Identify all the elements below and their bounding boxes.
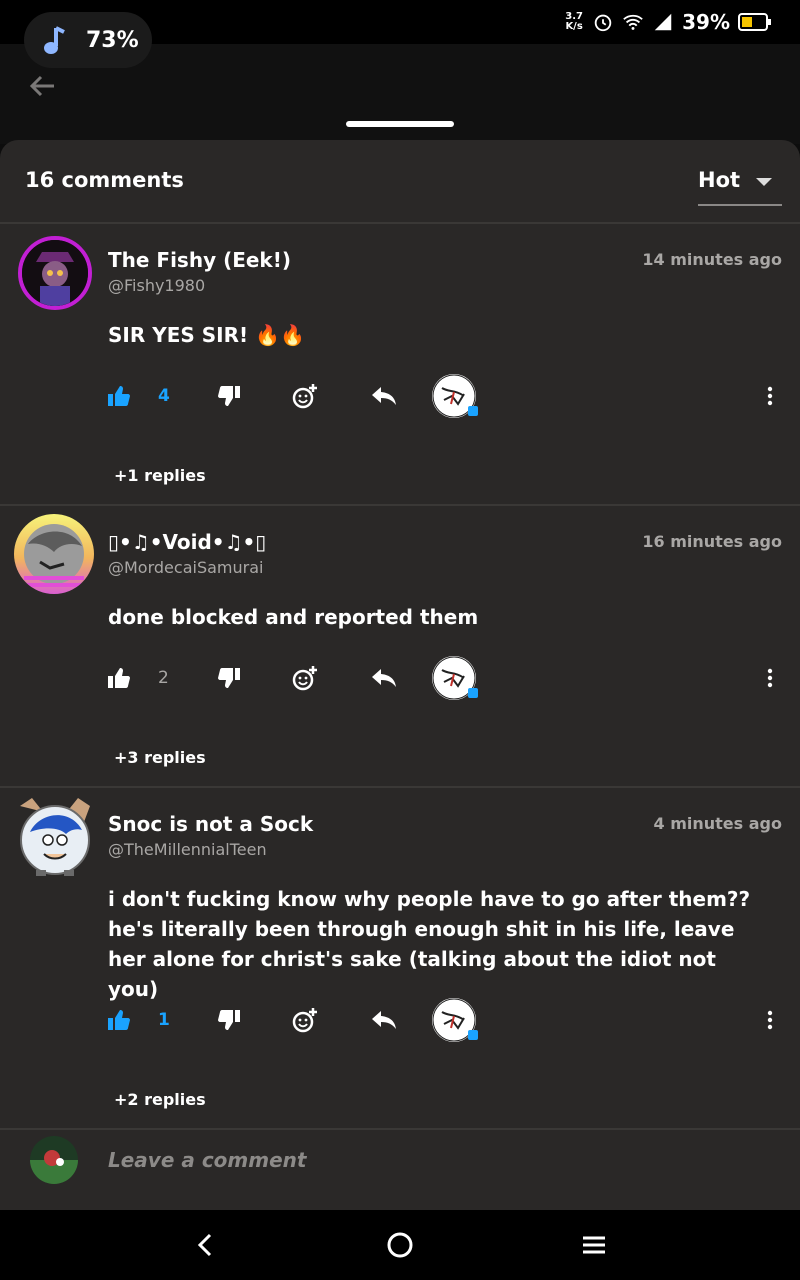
comment-body: i don't fucking know why people have to …	[108, 887, 751, 1001]
like-button[interactable]: 4	[108, 374, 170, 418]
avatar[interactable]	[16, 796, 94, 878]
like-count: 2	[158, 668, 169, 688]
comment-author-handle[interactable]: @TheMillennialTeen	[108, 840, 267, 859]
add-emoji-icon	[292, 666, 317, 691]
media-indicator[interactable]: 73%	[24, 12, 152, 68]
comment-actions: 2	[108, 656, 780, 700]
comment-timestamp: 4 minutes ago	[653, 814, 782, 833]
reply-icon	[372, 387, 396, 405]
more-options-icon[interactable]	[760, 374, 780, 418]
avatar-image	[24, 524, 84, 587]
avatar[interactable]	[14, 514, 94, 594]
comment-author-handle[interactable]: @Fishy1980	[108, 276, 205, 295]
add-reaction-button[interactable]	[292, 374, 318, 418]
thumbs-down-icon	[218, 668, 240, 688]
thumbs-down-icon	[218, 1010, 240, 1030]
battery-icon	[738, 13, 771, 31]
chevron-down-icon	[756, 178, 772, 186]
comment-composer[interactable]: Leave a comment	[0, 1130, 800, 1210]
avatar-image	[20, 798, 90, 876]
more-options-icon[interactable]	[760, 998, 780, 1042]
comment-author-name[interactable]: ▯•♫•Void•♫•▯	[108, 530, 266, 554]
add-emoji-icon	[292, 1008, 317, 1033]
thumbs-up-icon	[108, 668, 130, 688]
view-replies-link[interactable]: +1 replies	[114, 466, 206, 485]
dislike-button[interactable]	[218, 656, 240, 700]
add-emoji-icon	[292, 384, 317, 409]
thumbs-up-icon	[108, 386, 130, 406]
music-note-icon	[44, 26, 65, 54]
sort-value: Hot	[698, 168, 741, 192]
add-reaction-button[interactable]	[292, 998, 318, 1042]
like-count: 1	[158, 1010, 170, 1030]
status-icons: 3.7 K/s 39%	[564, 8, 772, 36]
network-speed-unit: K/s	[565, 21, 583, 32]
view-replies-link[interactable]: +3 replies	[114, 748, 206, 767]
like-count: 4	[158, 386, 170, 406]
reply-icon	[372, 1011, 396, 1029]
avatar[interactable]	[18, 236, 92, 310]
system-nav-bar	[0, 1210, 800, 1280]
dislike-button[interactable]	[218, 374, 240, 418]
comment-actions: 4	[108, 374, 780, 418]
thumbs-up-icon	[108, 1010, 130, 1030]
network-speed: 3.7 K/s	[564, 12, 584, 32]
comments-header: 16 comments Hot	[0, 140, 800, 224]
comment-body: SIR YES SIR! 🔥🔥	[108, 323, 305, 347]
reply-button[interactable]	[372, 374, 396, 418]
wifi-icon	[623, 14, 643, 30]
comment-timestamp: 14 minutes ago	[642, 250, 782, 269]
reply-button[interactable]	[372, 998, 396, 1042]
back-arrow-icon[interactable]	[26, 70, 58, 102]
signal-icon	[654, 13, 672, 31]
avatar-image	[22, 240, 88, 306]
view-replies-link[interactable]: +2 replies	[114, 1090, 206, 1109]
media-percent: 73%	[86, 27, 139, 53]
alarm-icon	[594, 14, 612, 32]
reply-icon	[372, 669, 396, 687]
add-reaction-button[interactable]	[292, 656, 318, 700]
comment-actions: 1	[108, 998, 780, 1042]
avatar-image	[30, 1136, 78, 1184]
reply-button[interactable]	[372, 656, 396, 700]
like-button[interactable]: 2	[108, 656, 169, 700]
like-button[interactable]: 1	[108, 998, 170, 1042]
comment-author-name[interactable]: The Fishy (Eek!)	[108, 248, 291, 272]
comment-body: done blocked and reported them	[108, 605, 479, 629]
comment-timestamp: 16 minutes ago	[642, 532, 782, 551]
nav-back-icon[interactable]	[188, 1227, 224, 1263]
sort-dropdown[interactable]: Hot	[698, 168, 782, 206]
battery-percent: 39%	[682, 10, 730, 34]
online-indicator	[468, 688, 478, 698]
comments-sheet: 16 comments Hot The Fishy (Eek!) @Fishy1…	[0, 140, 800, 1210]
online-indicator	[468, 406, 478, 416]
comment-author-handle[interactable]: @MordecaiSamurai	[108, 558, 263, 577]
thumbs-down-icon	[218, 386, 240, 406]
comment-item: The Fishy (Eek!) @Fishy1980 14 minutes a…	[0, 224, 800, 506]
current-user-avatar[interactable]	[30, 1136, 78, 1184]
nav-menu-icon[interactable]	[576, 1227, 612, 1263]
comment-item: ▯•♫•Void•♫•▯ @MordecaiSamurai 16 minutes…	[0, 506, 800, 788]
nav-home-icon[interactable]	[382, 1227, 418, 1263]
sheet-drag-handle[interactable]	[346, 121, 454, 127]
comment-author-name[interactable]: Snoc is not a Sock	[108, 812, 313, 836]
comment-count: 16 comments	[25, 168, 184, 192]
online-indicator	[468, 1030, 478, 1040]
more-options-icon[interactable]	[760, 656, 780, 700]
dislike-button[interactable]	[218, 998, 240, 1042]
comment-input[interactable]: Leave a comment	[108, 1148, 306, 1172]
comment-item: Snoc is not a Sock @TheMillennialTeen 4 …	[0, 788, 800, 1130]
